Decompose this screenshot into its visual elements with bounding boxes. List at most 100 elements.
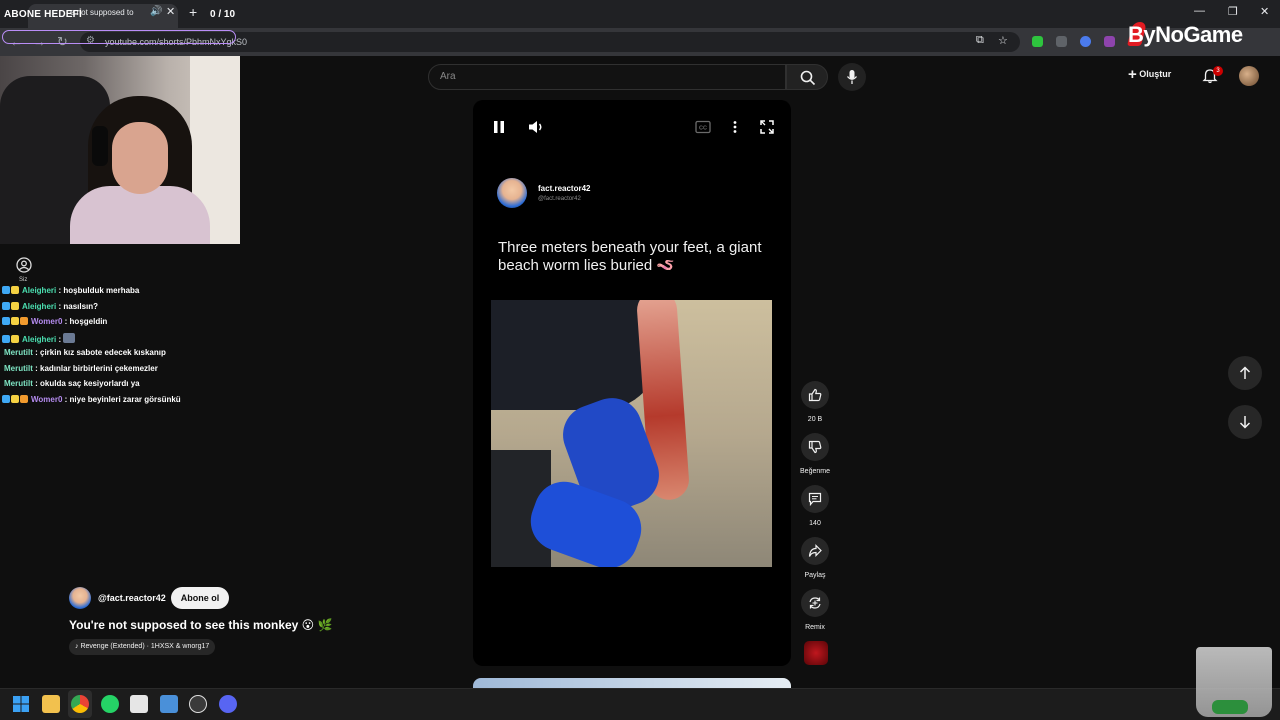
chat-text: : niye beyinleri zarar görsünkü	[64, 395, 181, 404]
emote-icon	[63, 333, 76, 343]
previous-short-button[interactable]	[1228, 356, 1262, 390]
sub-badge-icon	[20, 317, 28, 325]
chat-username: Merutilt	[4, 364, 33, 373]
snipping-tool-icon[interactable]	[130, 695, 148, 713]
bookmark-star-icon[interactable]: ☆	[998, 34, 1008, 47]
headset	[92, 126, 108, 166]
more-options-icon[interactable]	[730, 120, 740, 134]
short-title: You're not supposed to see this monkey 😮…	[69, 618, 333, 632]
video-caption: Three meters beneath your feet, a giant …	[498, 239, 762, 274]
extension-icon[interactable]	[1104, 36, 1115, 47]
windows-start-icon[interactable]	[12, 695, 30, 713]
dislike-label: Beğenme	[800, 468, 830, 475]
chat-text: : okulda saç kesiyorlardı ya	[35, 379, 140, 388]
sleeve-arm	[491, 300, 661, 410]
chat-message: Merutilt : kadınlar birbirlerini çekemez…	[2, 364, 158, 378]
comment-count: 140	[809, 520, 821, 527]
new-tab-button[interactable]: +	[189, 4, 197, 20]
badge-icon	[2, 317, 10, 325]
arrow-up-icon	[1239, 366, 1251, 379]
chat-text: : hoşgeldin	[64, 317, 108, 326]
channel-avatar[interactable]	[69, 587, 91, 609]
volume-icon[interactable]	[528, 119, 546, 135]
chat-text: :	[58, 335, 62, 344]
video-frame	[491, 300, 772, 567]
subscriber-goal-bar	[2, 30, 236, 44]
remix-button[interactable]	[801, 589, 829, 617]
search-placeholder: Ara	[440, 71, 456, 82]
remix-label: Remix	[805, 624, 825, 631]
thumbs-up-icon	[808, 388, 822, 402]
comment-icon	[808, 492, 822, 506]
extension-icon[interactable]	[1080, 36, 1091, 47]
share-button[interactable]	[801, 537, 829, 565]
search-button[interactable]	[786, 64, 828, 90]
badge-icon	[2, 395, 10, 403]
dislike-button[interactable]	[801, 433, 829, 461]
share-icon	[808, 544, 822, 557]
music-info[interactable]: ♪ Revenge (Extended) · 1HXSX & wnorg17	[69, 639, 216, 655]
chat-message: Womer0 : hoşgeldin	[2, 317, 107, 331]
captions-icon[interactable]: CC	[695, 120, 711, 134]
search-input[interactable]	[428, 64, 786, 90]
chat-username: Merutilt	[4, 348, 33, 357]
create-button[interactable]: + Oluştur	[1128, 66, 1171, 86]
fullscreen-icon[interactable]	[760, 120, 774, 134]
webcam-feed	[0, 56, 240, 244]
chat-username: Womer0	[31, 317, 63, 326]
like-button[interactable]	[801, 381, 829, 409]
photos-icon[interactable]	[160, 695, 178, 713]
plus-icon: +	[1128, 66, 1137, 83]
user-icon	[16, 257, 32, 273]
close-icon[interactable]: ✕	[166, 5, 175, 18]
next-short-button[interactable]	[1228, 405, 1262, 439]
close-window-icon[interactable]: ✕	[1260, 5, 1269, 18]
music-label: Revenge (Extended) · 1HXSX & wnorg17	[80, 643, 210, 650]
search-icon	[800, 70, 816, 86]
pause-icon[interactable]	[492, 119, 506, 135]
chat-username: Womer0	[31, 395, 63, 404]
creator-avatar	[497, 178, 527, 208]
subscribe-button[interactable]: Abone ol	[171, 587, 229, 609]
create-label: Oluştur	[1139, 69, 1172, 79]
share-label: Paylaş	[804, 572, 826, 579]
chat-message: Aleigheri : nasılsın?	[2, 302, 98, 316]
chat-text: : hoşbulduk merhaba	[58, 286, 140, 295]
account-avatar[interactable]	[1239, 66, 1259, 86]
chat-username: Aleigheri	[22, 286, 57, 295]
chat-message: Aleigheri : hoşbulduk merhaba	[2, 286, 139, 300]
streamer-body	[70, 186, 210, 244]
chat-message: Womer0 : niye beyinleri zarar görsünkü	[2, 395, 181, 409]
streamer-face	[112, 122, 168, 194]
voice-search-button[interactable]	[838, 63, 866, 91]
chrome-icon[interactable]	[71, 695, 89, 713]
comments-button[interactable]	[801, 485, 829, 513]
badge-icon	[2, 335, 10, 343]
install-app-icon[interactable]: ⧉	[976, 34, 984, 47]
whatsapp-icon[interactable]	[101, 695, 119, 713]
creator-name: fact.reactor42	[538, 184, 591, 193]
chat-message: Merutilt : okulda saç kesiyorlardı ya	[2, 379, 140, 393]
badge-icon	[2, 302, 10, 310]
obs-icon[interactable]	[189, 695, 207, 713]
extension-icon[interactable]	[1056, 36, 1067, 47]
speaker-icon[interactable]: 🔊	[150, 6, 162, 17]
file-explorer-icon[interactable]	[42, 695, 60, 713]
audio-source-avatar[interactable]	[804, 641, 828, 665]
sub-badge-icon	[20, 395, 28, 403]
chat-text: : kadınlar birbirlerini çekemezler	[35, 364, 158, 373]
maximize-icon[interactable]: ❐	[1228, 5, 1238, 18]
svg-text:CC: CC	[699, 126, 707, 132]
chat-username: Merutilt	[4, 379, 33, 388]
minimize-icon[interactable]: —	[1194, 5, 1205, 17]
chat-username: Aleigheri	[22, 302, 57, 311]
extension-icon[interactable]	[1032, 36, 1043, 47]
chat-you-label: Siz	[19, 277, 28, 283]
channel-handle[interactable]: @fact.reactor42	[98, 593, 166, 603]
discord-icon[interactable]	[219, 695, 237, 713]
remix-icon	[809, 597, 821, 609]
badge-icon	[2, 286, 10, 294]
arrow-down-icon	[1239, 416, 1251, 429]
chat-text: : nasılsın?	[58, 302, 99, 311]
thumbs-down-icon	[808, 440, 822, 454]
